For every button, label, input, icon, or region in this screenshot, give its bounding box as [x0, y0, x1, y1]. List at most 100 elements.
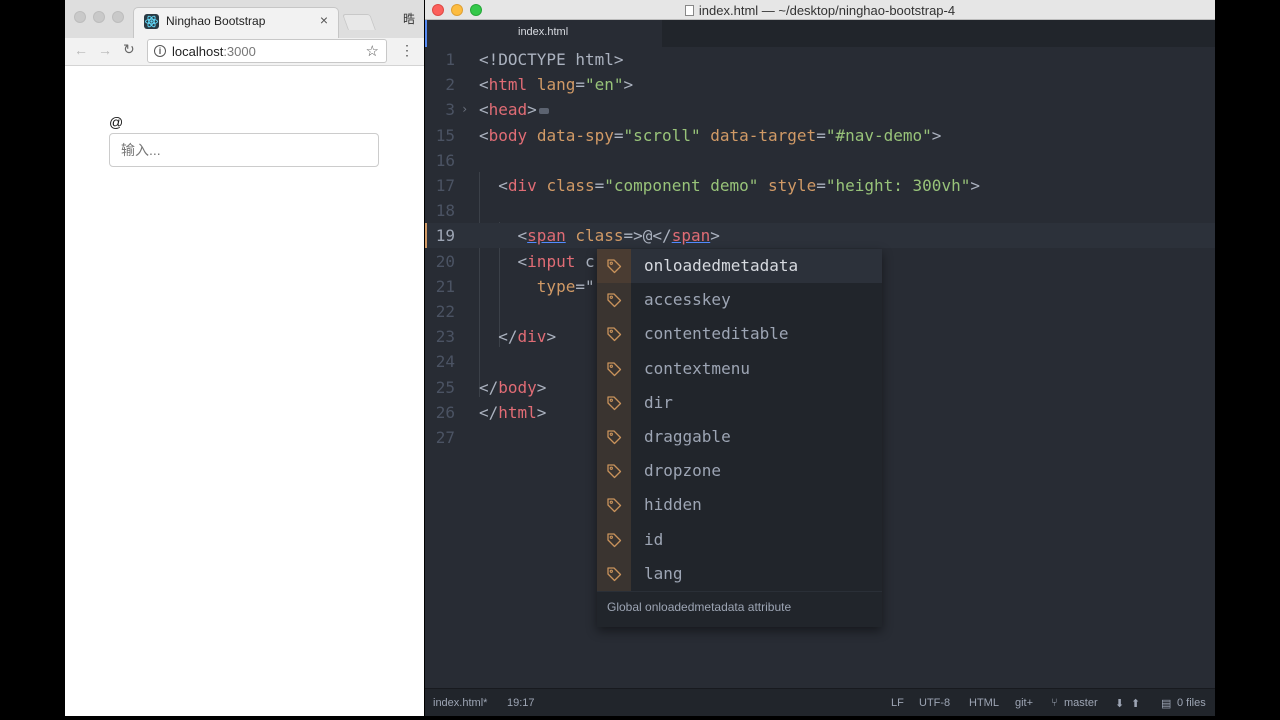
autocomplete-item[interactable]: onloadedmetadata: [597, 249, 882, 284]
back-arrow-icon[interactable]: ←: [74, 42, 88, 58]
autocomplete-item[interactable]: id: [597, 522, 882, 557]
demo-text-input[interactable]: [109, 133, 379, 167]
line-number: 2: [445, 75, 455, 95]
code-token: <: [479, 125, 489, 145]
browser-tab-bar: Ninghao Bootstrap × 晧: [65, 0, 424, 38]
code-token: input: [527, 251, 576, 271]
fold-chevron-icon[interactable]: ›: [461, 97, 468, 122]
autocomplete-list: onloadedmetadata accesskey contenteditable…: [597, 249, 882, 591]
autocomplete-icon-column: [597, 522, 631, 557]
code-line[interactable]: 15 <body data-spy="scroll" data-target="#…: [425, 123, 1215, 148]
document-icon: [684, 5, 694, 16]
line-code: <html lang="en">: [479, 72, 633, 97]
status-grammar[interactable]: HTML: [969, 697, 999, 709]
autocomplete-item[interactable]: dropzone: [597, 454, 882, 489]
autocomplete-item[interactable]: lang: [597, 556, 882, 591]
browser-tab[interactable]: Ninghao Bootstrap ×: [133, 7, 339, 38]
code-token: style: [768, 176, 817, 195]
code-token: class: [575, 226, 624, 246]
new-tab-button[interactable]: [342, 14, 376, 30]
status-git[interactable]: git+: [1015, 697, 1033, 709]
line-code: <input c: [479, 249, 595, 274]
browser-tab-title: Ninghao Bootstrap: [166, 14, 266, 28]
autocomplete-icon-column: [597, 249, 631, 284]
autocomplete-item-label: onloadedmetadata: [644, 256, 799, 275]
line-code: <head>: [479, 97, 549, 122]
status-line-ending[interactable]: LF: [891, 697, 904, 709]
status-branch[interactable]: master: [1064, 697, 1098, 709]
url-text[interactable]: localhost:3000: [172, 44, 256, 59]
browser-window: Ninghao Bootstrap × 晧 ← → ↻ i localhost:…: [65, 0, 424, 716]
code-line[interactable]: 19 <span class=>@</span>: [425, 223, 1215, 249]
folded-ellipsis-icon[interactable]: [538, 107, 549, 114]
tab-label: index.html: [518, 26, 569, 38]
tab-index-html[interactable]: index.html: [425, 20, 662, 47]
code-line[interactable]: 1 <!DOCTYPE html>: [425, 47, 1215, 72]
code-token: data-spy: [536, 125, 614, 145]
autocomplete-description: Global onloadedmetadata attribute: [597, 590, 882, 627]
code-token: type: [536, 276, 576, 296]
bookmark-star-icon[interactable]: ☆: [366, 42, 379, 60]
code-token: =: [816, 125, 826, 145]
code-token: body: [488, 125, 528, 145]
code-token: >: [623, 75, 634, 95]
code-token: c: [575, 251, 595, 271]
window-title-text: index.html — ~/desktop/ninghao-bootstrap…: [698, 3, 956, 18]
address-bar[interactable]: i localhost:3000 ☆: [147, 39, 387, 63]
fetch-down-arrow-icon[interactable]: ⬇: [1115, 697, 1124, 710]
autocomplete-item-label: hidden: [644, 495, 702, 515]
zoom-window-button[interactable]: [112, 11, 124, 23]
window-title: index.html — ~/desktop/ninghao-bootstrap…: [425, 3, 1215, 18]
status-bar: index.html* 19:17 LF UTF-8 HTML git+ ⑂ m…: [425, 688, 1215, 716]
code-token: span: [527, 226, 566, 246]
autocomplete-item[interactable]: contextmenu: [597, 351, 882, 386]
tab-close-icon[interactable]: ×: [320, 12, 328, 28]
info-icon[interactable]: i: [154, 45, 166, 57]
status-files[interactable]: 0 files: [1177, 697, 1206, 709]
code-token: <: [479, 176, 508, 195]
push-up-arrow-icon[interactable]: ⬆: [1131, 697, 1140, 710]
status-file[interactable]: index.html*: [433, 697, 487, 709]
code-token: "#nav-demo": [825, 125, 932, 145]
autocomplete-item[interactable]: accesskey: [597, 283, 882, 318]
reload-icon[interactable]: ↻: [123, 41, 135, 58]
code-line[interactable]: 18: [425, 198, 1215, 223]
code-line[interactable]: 2 <html lang="en">: [425, 72, 1215, 97]
autocomplete-icon-column: [597, 283, 631, 318]
autocomplete-popup[interactable]: onloadedmetadata accesskey contenteditable…: [597, 249, 882, 627]
forward-arrow-icon[interactable]: →: [98, 42, 112, 58]
autocomplete-item[interactable]: dir: [597, 385, 882, 420]
code-line[interactable]: 17 <div class="component demo" style="he…: [425, 173, 1215, 198]
url-host: localhost: [172, 44, 224, 59]
file-icon: ▤: [1161, 698, 1172, 710]
code-token: <: [479, 226, 528, 246]
code-token: <: [479, 251, 528, 271]
autocomplete-item[interactable]: draggable: [597, 419, 882, 455]
autocomplete-item[interactable]: hidden: [597, 488, 882, 523]
autocomplete-icon-column: [597, 556, 631, 591]
code-line[interactable]: 16: [425, 148, 1215, 173]
minimize-window-button[interactable]: [93, 11, 105, 23]
line-code: <body data-spy="scroll" data-target="#na…: [479, 123, 941, 148]
code-line[interactable]: 3 › <head>: [425, 97, 1215, 122]
tag-icon: [606, 258, 622, 274]
code-token: </: [479, 402, 499, 422]
code-token: "component demo": [604, 176, 759, 195]
status-cursor-position[interactable]: 19:17: [507, 697, 535, 709]
line-number: 24: [435, 352, 455, 372]
react-favicon-icon: [144, 14, 159, 29]
line-number: 21: [435, 276, 455, 296]
line-number: 22: [435, 302, 455, 321]
editor-window: index.html — ~/desktop/ninghao-bootstrap…: [425, 0, 1215, 716]
status-encoding[interactable]: UTF-8: [919, 697, 950, 709]
close-window-button[interactable]: [74, 11, 86, 23]
code-token: =>@</: [623, 226, 672, 246]
browser-menu-icon[interactable]: ⋮: [400, 42, 414, 59]
profile-button[interactable]: 晧: [403, 10, 415, 27]
autocomplete-item[interactable]: contenteditable: [597, 317, 882, 352]
line-number: 3: [445, 100, 455, 120]
